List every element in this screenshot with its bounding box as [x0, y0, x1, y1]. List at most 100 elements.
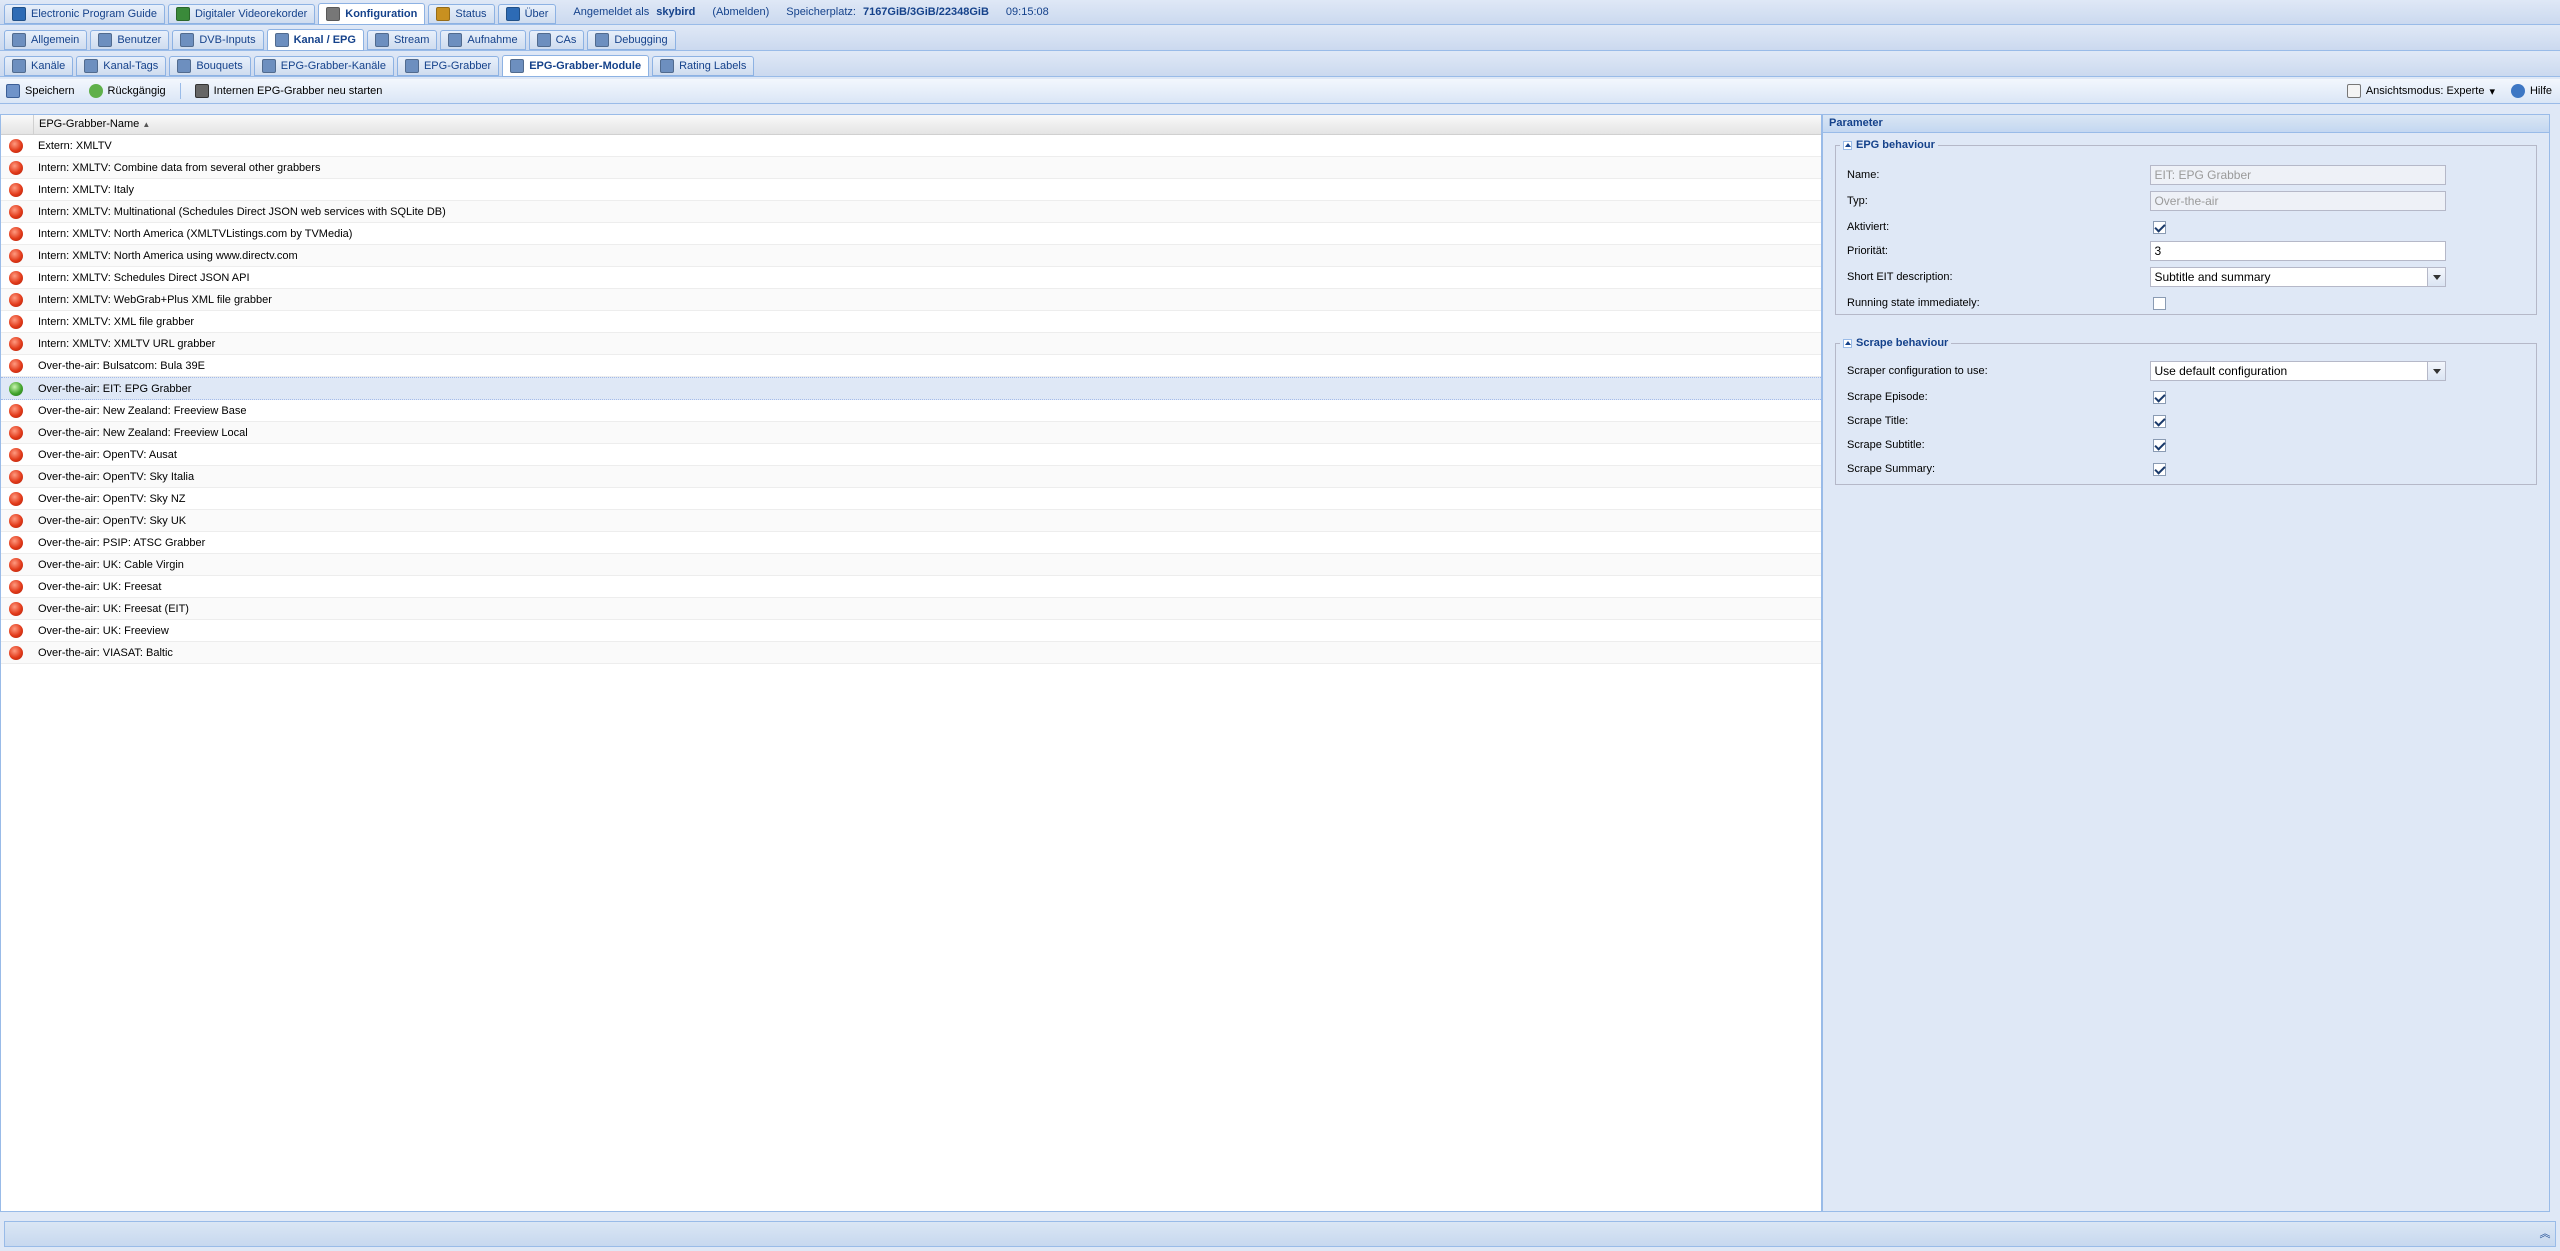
table-row[interactable]: Intern: XMLTV: North America using www.d…: [1, 245, 1821, 267]
chevron-down-icon: ▾: [2489, 85, 2495, 98]
main-tab-digitaler-videorekorder[interactable]: Digitaler Videorekorder: [167, 4, 316, 24]
help-label: Hilfe: [2529, 85, 2552, 97]
grabber-name-cell: Over-the-air: New Zealand: Freeview Loca…: [38, 426, 248, 439]
table-row[interactable]: Extern: XMLTV: [1, 135, 1821, 157]
main-tab-label: Status: [455, 8, 487, 20]
main-tab-status[interactable]: Status: [428, 4, 495, 24]
table-row[interactable]: Intern: XMLTV: Italy: [1, 179, 1821, 201]
enabled-row: Aktiviert:: [1847, 217, 2446, 237]
table-row[interactable]: Intern: XMLTV: Multinational (Schedules …: [1, 201, 1821, 223]
running-checkbox[interactable]: [2153, 296, 2166, 310]
sub-tab-rating-labels[interactable]: Rating Labels: [652, 56, 755, 76]
grabber-name-cell: Over-the-air: UK: Freesat (EIT): [38, 602, 189, 615]
subtitle-row: Scrape Subtitle:: [1847, 435, 2446, 455]
logout-link[interactable]: (Abmelden): [698, 6, 769, 18]
disabled-status-icon: [9, 579, 23, 594]
sub-tab-epg-grabber[interactable]: EPG-Grabber: [396, 56, 500, 76]
sub-tab-epg-grabber-module[interactable]: EPG-Grabber-Module: [502, 54, 650, 77]
users-icon: [98, 33, 113, 47]
enabled-label: Aktiviert:: [1847, 221, 1890, 233]
disabled-status-icon: [9, 601, 23, 616]
config-tab-stream[interactable]: Stream: [366, 30, 438, 50]
sub-tab-epg-grabber-kanäle[interactable]: EPG-Grabber-Kanäle: [253, 56, 394, 76]
scrape-behaviour-legend[interactable]: Scrape behaviour: [1840, 337, 1951, 349]
view-mode-icon: [2346, 84, 2361, 98]
save-label: Speichern: [25, 85, 75, 97]
table-row[interactable]: Over-the-air: UK: Freeview: [1, 620, 1821, 642]
restart-grabber-button[interactable]: Internen EPG-Grabber neu starten: [194, 84, 382, 98]
table-row[interactable]: Over-the-air: PSIP: ATSC Grabber: [1, 532, 1821, 554]
main-tab-über[interactable]: Über: [497, 4, 557, 24]
view-mode-label: Ansichtsmodus: Experte: [2365, 85, 2485, 97]
toolbar: Speichern Rückgängig Internen EPG-Grabbe…: [0, 79, 2560, 104]
expand-icon[interactable]: ︽: [2539, 1228, 2551, 1240]
help-button[interactable]: Hilfe: [2510, 84, 2552, 98]
grabber-name-cell: Intern: XMLTV: Schedules Direct JSON API: [38, 271, 250, 284]
priority-field[interactable]: 3: [2150, 241, 2446, 261]
table-row[interactable]: Intern: XMLTV: Combine data from several…: [1, 157, 1821, 179]
grabber-name-cell: Over-the-air: UK: Cable Virgin: [38, 558, 184, 571]
sub-tab-kanal-tags[interactable]: Kanal-Tags: [76, 56, 167, 76]
main-tab-electronic-program-guide[interactable]: Electronic Program Guide: [4, 4, 165, 24]
collapse-icon[interactable]: [1843, 338, 1852, 348]
table-row[interactable]: Over-the-air: Bulsatcom: Bula 39E: [1, 355, 1821, 377]
record-icon: [448, 33, 463, 47]
table-row[interactable]: Over-the-air: UK: Cable Virgin: [1, 554, 1821, 576]
config-tab-allgemein[interactable]: Allgemein: [4, 30, 88, 50]
subtitle-checkbox[interactable]: [2153, 438, 2166, 452]
main-tab-konfiguration[interactable]: Konfiguration: [318, 2, 426, 25]
table-row[interactable]: Over-the-air: EIT: EPG Grabber: [1, 377, 1821, 400]
table-row[interactable]: Over-the-air: New Zealand: Freeview Loca…: [1, 422, 1821, 444]
config-tab-kanal-epg[interactable]: Kanal / EPG: [266, 28, 364, 51]
title-checkbox[interactable]: [2153, 414, 2166, 428]
scraper-select[interactable]: Use default configuration: [2150, 361, 2446, 381]
table-row[interactable]: Over-the-air: UK: Freesat (EIT): [1, 598, 1821, 620]
summary-checkbox[interactable]: [2153, 462, 2166, 476]
status-cell: [1, 358, 33, 373]
config-tab-label: Kanal / EPG: [293, 33, 356, 46]
table-row[interactable]: Intern: XMLTV: WebGrab+Plus XML file gra…: [1, 289, 1821, 311]
storage-value: 7167GiB/3GiB/22348GiB: [862, 6, 989, 18]
config-tab-debugging[interactable]: Debugging: [587, 30, 676, 50]
title-row: Scrape Title:: [1847, 411, 2446, 431]
collapse-icon[interactable]: [1843, 140, 1852, 150]
table-row[interactable]: Over-the-air: New Zealand: Freeview Base: [1, 400, 1821, 422]
short-eit-select[interactable]: Subtitle and summary: [2150, 267, 2446, 287]
epg-behaviour-legend[interactable]: EPG behaviour: [1840, 139, 1938, 151]
table-row[interactable]: Over-the-air: OpenTV: Sky UK: [1, 510, 1821, 532]
scraper-row: Scraper configuration to use: Use defaul…: [1847, 361, 2446, 381]
grabber-name-cell: Intern: XMLTV: Multinational (Schedules …: [38, 205, 446, 218]
sub-tab-bouquets[interactable]: Bouquets: [169, 56, 251, 76]
status-cell: [1, 491, 33, 506]
episode-checkbox[interactable]: [2153, 390, 2166, 404]
undo-button[interactable]: Rückgängig: [88, 84, 166, 98]
disabled-status-icon: [9, 204, 23, 219]
table-row[interactable]: Intern: XMLTV: North America (XMLTVListi…: [1, 223, 1821, 245]
chevron-down-icon[interactable]: [2427, 268, 2445, 286]
table-row[interactable]: Over-the-air: VIASAT: Baltic: [1, 642, 1821, 664]
sub-tab-label: Kanäle: [31, 60, 66, 72]
table-row[interactable]: Over-the-air: UK: Freesat: [1, 576, 1821, 598]
table-row[interactable]: Intern: XMLTV: Schedules Direct JSON API: [1, 267, 1821, 289]
table-row[interactable]: Over-the-air: OpenTV: Sky NZ: [1, 488, 1821, 510]
sub-tab-kanäle[interactable]: Kanäle: [4, 56, 74, 76]
config-tab-aufnahme[interactable]: Aufnahme: [440, 30, 526, 50]
chevron-down-icon[interactable]: [2427, 362, 2445, 380]
config-tab-dvb-inputs[interactable]: DVB-Inputs: [172, 30, 264, 50]
enabled-checkbox[interactable]: [2153, 220, 2166, 234]
logged-in-prefix: Angemeldet als: [573, 6, 650, 18]
config-tab-label: Debugging: [614, 34, 668, 46]
grabber-name-cell: Over-the-air: OpenTV: Sky UK: [38, 514, 187, 527]
table-row[interactable]: Intern: XMLTV: XMLTV URL grabber: [1, 333, 1821, 355]
table-row[interactable]: Over-the-air: OpenTV: Ausat: [1, 444, 1821, 466]
status-cell: [1, 469, 33, 484]
table-row[interactable]: Over-the-air: OpenTV: Sky Italia: [1, 466, 1821, 488]
config-tab-cas[interactable]: CAs: [528, 30, 585, 50]
table-row[interactable]: Intern: XMLTV: XML file grabber: [1, 311, 1821, 333]
column-header-name[interactable]: EPG-Grabber-Name ▲: [34, 115, 150, 134]
view-mode-button[interactable]: Ansichtsmodus: Experte ▾: [2346, 84, 2495, 98]
disabled-status-icon: [9, 138, 23, 153]
save-button[interactable]: Speichern: [6, 84, 75, 98]
status-cell: [1, 292, 33, 307]
config-tab-benutzer[interactable]: Benutzer: [90, 30, 170, 50]
